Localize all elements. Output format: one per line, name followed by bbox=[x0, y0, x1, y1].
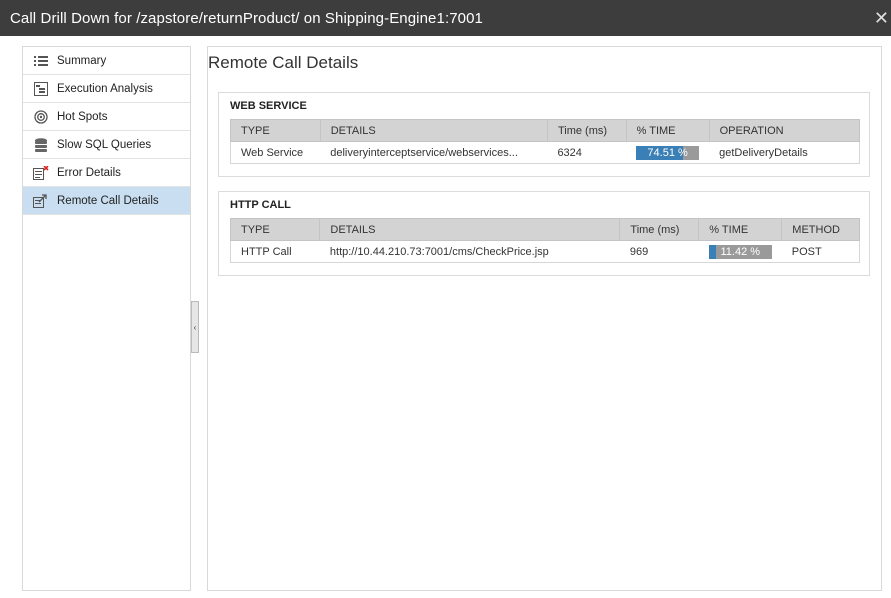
page-title: Remote Call Details bbox=[208, 53, 359, 72]
table-header-row: TYPE DETAILS Time (ms) % TIME OPERATION bbox=[230, 119, 861, 142]
column-header[interactable]: % TIME bbox=[625, 119, 710, 142]
section-title: HTTP CALL bbox=[230, 199, 291, 211]
percent-time-bar: 74.51 % bbox=[636, 145, 700, 160]
percent-time-bar: 11.42 % bbox=[708, 244, 772, 259]
cell-method: POST bbox=[781, 240, 860, 263]
table-row[interactable]: HTTP Call http://10.44.210.73:7001/cms/C… bbox=[229, 240, 860, 263]
table-row[interactable]: Web Service deliveryinterceptservice/web… bbox=[230, 141, 861, 164]
cell-details: deliveryinterceptservice/webservices... bbox=[320, 141, 548, 164]
sidebar-item-execution-analysis[interactable]: Execution Analysis bbox=[23, 75, 190, 103]
sidebar: Summary Execution Analysis Hot Spots Slo… bbox=[22, 46, 191, 591]
database-icon bbox=[32, 136, 49, 153]
dialog-body: Summary Execution Analysis Hot Spots Slo… bbox=[0, 36, 891, 598]
cell-type: Web Service bbox=[230, 141, 321, 164]
main-panel: Remote Call Details WEB SERVICE TYPE DET… bbox=[207, 46, 882, 591]
sidebar-item-label: Slow SQL Queries bbox=[57, 138, 152, 151]
sidebar-item-error-details[interactable]: Error Details bbox=[23, 159, 190, 187]
sidebar-item-slow-sql-queries[interactable]: Slow SQL Queries bbox=[23, 131, 190, 159]
column-header[interactable]: Time (ms) bbox=[619, 218, 700, 241]
table-header-row: TYPE DETAILS Time (ms) % TIME METHOD bbox=[229, 218, 860, 241]
cell-pct-time: 74.51 % bbox=[626, 141, 710, 164]
column-header[interactable]: % TIME bbox=[698, 218, 783, 241]
chevron-left-icon: ‹ bbox=[193, 322, 197, 332]
title-bar: Call Drill Down for /zapstore/returnProd… bbox=[0, 0, 891, 36]
cell-time: 6324 bbox=[547, 141, 627, 164]
web-service-section: WEB SERVICE TYPE DETAILS Time (ms) % TIM… bbox=[218, 92, 870, 177]
http-call-section: HTTP CALL TYPE DETAILS Time (ms) % TIME … bbox=[218, 191, 870, 276]
cell-operation: getDeliveryDetails bbox=[709, 141, 861, 164]
column-header[interactable]: METHOD bbox=[781, 218, 860, 241]
tree-icon bbox=[32, 80, 49, 97]
window-title: Call Drill Down for /zapstore/returnProd… bbox=[10, 10, 483, 27]
column-header[interactable]: TYPE bbox=[229, 218, 321, 241]
list-icon bbox=[32, 52, 49, 69]
cell-type: HTTP Call bbox=[229, 240, 320, 263]
sidebar-item-label: Summary bbox=[57, 54, 107, 67]
http-call-table: TYPE DETAILS Time (ms) % TIME METHOD HTT… bbox=[229, 218, 860, 263]
column-header[interactable]: DETAILS bbox=[319, 218, 621, 241]
column-header[interactable]: OPERATION bbox=[708, 119, 861, 142]
cell-time: 969 bbox=[619, 240, 699, 263]
sidebar-item-hot-spots[interactable]: Hot Spots bbox=[23, 103, 190, 131]
column-header[interactable]: Time (ms) bbox=[546, 119, 627, 142]
percent-time-label: 11.42 % bbox=[720, 245, 761, 258]
target-icon bbox=[32, 108, 49, 125]
external-link-icon bbox=[32, 192, 49, 209]
section-title: WEB SERVICE bbox=[230, 100, 307, 112]
web-service-table: TYPE DETAILS Time (ms) % TIME OPERATION … bbox=[230, 119, 861, 164]
sidebar-item-remote-call-details[interactable]: Remote Call Details bbox=[23, 187, 190, 215]
cell-details: http://10.44.210.73:7001/cms/CheckPrice.… bbox=[319, 240, 620, 263]
sidebar-item-label: Execution Analysis bbox=[57, 82, 153, 95]
column-header[interactable]: TYPE bbox=[230, 119, 321, 142]
sidebar-item-summary[interactable]: Summary bbox=[23, 47, 190, 75]
close-icon[interactable]: ✕ bbox=[874, 9, 889, 27]
percent-time-label: 74.51 % bbox=[647, 146, 688, 159]
cell-pct-time: 11.42 % bbox=[698, 240, 782, 263]
error-doc-icon bbox=[32, 164, 49, 181]
column-header[interactable]: DETAILS bbox=[319, 119, 548, 142]
sidebar-item-label: Error Details bbox=[57, 166, 121, 179]
sidebar-collapse-handle[interactable]: ‹ bbox=[191, 301, 199, 353]
sidebar-item-label: Remote Call Details bbox=[57, 194, 159, 207]
sidebar-item-label: Hot Spots bbox=[57, 110, 108, 123]
